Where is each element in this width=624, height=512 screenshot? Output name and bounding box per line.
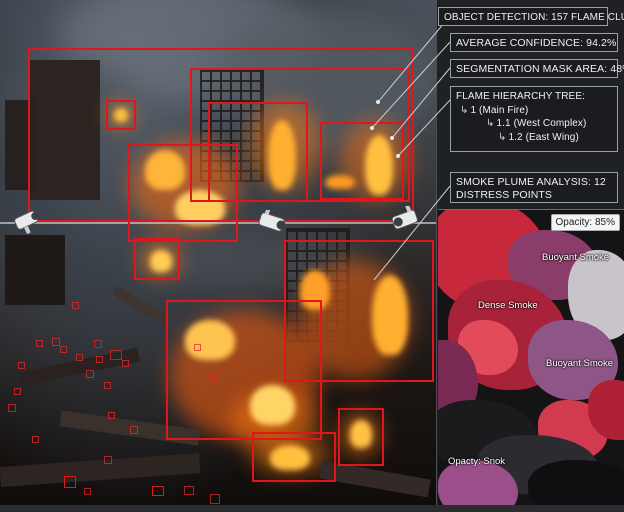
hierarchy-title: FLAME HIERARCHY TREE: — [456, 91, 585, 102]
distress-point-box[interactable] — [194, 344, 201, 351]
hierarchy-node[interactable]: ↳ 1 (Main Fire) — [456, 104, 612, 118]
smoke-plume-text: SMOKE PLUME ANALYSIS: 12 — [456, 176, 606, 188]
distress-point-box[interactable] — [184, 486, 194, 495]
distress-point-box[interactable] — [84, 488, 91, 495]
bottom-bar — [0, 505, 624, 512]
distress-point-box[interactable] — [210, 374, 217, 381]
distress-point-box[interactable] — [32, 436, 39, 443]
distress-point-box[interactable] — [60, 346, 67, 353]
flame-detection-box[interactable] — [134, 238, 180, 280]
smoke-map-label: Buoyant Smoke — [542, 252, 610, 263]
distress-point-box[interactable] — [14, 388, 21, 395]
distress-point-box[interactable] — [18, 362, 25, 369]
avg-confidence-text: AVERAGE CONFIDENCE: 94.2% — [456, 37, 617, 49]
flame-detection-box[interactable] — [106, 100, 136, 130]
flame-detection-box[interactable] — [166, 300, 322, 440]
distress-point-box[interactable] — [94, 340, 102, 348]
distress-point-box[interactable] — [152, 486, 164, 496]
smoke-map-label: Dense Smoke — [478, 300, 538, 311]
distress-point-box[interactable] — [96, 356, 103, 363]
smoke-map-label: Buoyant Smoke — [546, 358, 614, 369]
fire-analysis-view: OBJECT DETECTION: 157 FLAME CLUSTERS AVE… — [0, 0, 624, 512]
smoke-segmentation-map[interactable]: Opacity: 85% Buoyant Smoke Dense Smoke B… — [438, 209, 624, 507]
flame-detection-box[interactable] — [338, 408, 384, 466]
distress-point-box[interactable] — [72, 302, 79, 309]
smoke-map-label: Opacty: Snok — [448, 456, 506, 467]
object-detection-label: OBJECT DETECTION: 157 FLAME CLUSTERS — [438, 7, 624, 26]
distress-point-box[interactable] — [64, 476, 76, 488]
distress-point-box[interactable] — [76, 354, 83, 361]
security-camera-icon — [14, 210, 40, 235]
flame-detection-box[interactable] — [252, 432, 336, 482]
distress-point-box[interactable] — [108, 412, 115, 419]
flame-hierarchy-tree: FLAME HIERARCHY TREE: ↳ 1 (Main Fire) ↳ 1.… — [450, 86, 618, 152]
distress-point-box[interactable] — [210, 494, 220, 504]
avg-confidence-label: AVERAGE CONFIDENCE: 94.2% — [450, 33, 618, 52]
tree-arrow-icon: ↳ — [498, 131, 507, 143]
hierarchy-node[interactable]: ↳ 1.1 (West Complex) — [456, 117, 612, 131]
flame-detection-box[interactable] — [320, 122, 404, 200]
distress-point-box[interactable] — [110, 350, 122, 360]
distress-point-box[interactable] — [52, 338, 60, 346]
tree-arrow-icon: ↳ — [486, 118, 495, 129]
distress-point-box[interactable] — [122, 360, 129, 367]
distress-point-box[interactable] — [86, 370, 94, 378]
object-detection-text: OBJECT DETECTION: 157 FLAME CLUSTERS — [444, 12, 624, 23]
hierarchy-node[interactable]: ↳ 1.2 (East Wing) — [456, 131, 612, 145]
smoke-plume-text-2: DISTRESS POINTS — [456, 189, 553, 201]
seg-mask-area-label: SEGMENTATION MASK AREA: 48% — [450, 59, 624, 78]
distress-point-box[interactable] — [36, 340, 43, 347]
distress-point-box[interactable] — [130, 426, 138, 434]
distress-point-box[interactable] — [8, 404, 16, 412]
opacity-chip[interactable]: Opacity: 85% — [550, 214, 620, 231]
security-camera-icon — [258, 210, 286, 232]
smoke-plume-label: SMOKE PLUME ANALYSIS: 12 DISTRESS POINTS — [450, 172, 618, 203]
flame-detection-box[interactable] — [128, 144, 238, 242]
distress-point-box[interactable] — [104, 382, 111, 389]
security-camera-icon — [391, 206, 418, 230]
tree-arrow-icon: ↳ — [460, 104, 469, 116]
seg-mask-area-text: SEGMENTATION MASK AREA: 48% — [456, 63, 624, 75]
distress-point-box[interactable] — [104, 456, 112, 464]
